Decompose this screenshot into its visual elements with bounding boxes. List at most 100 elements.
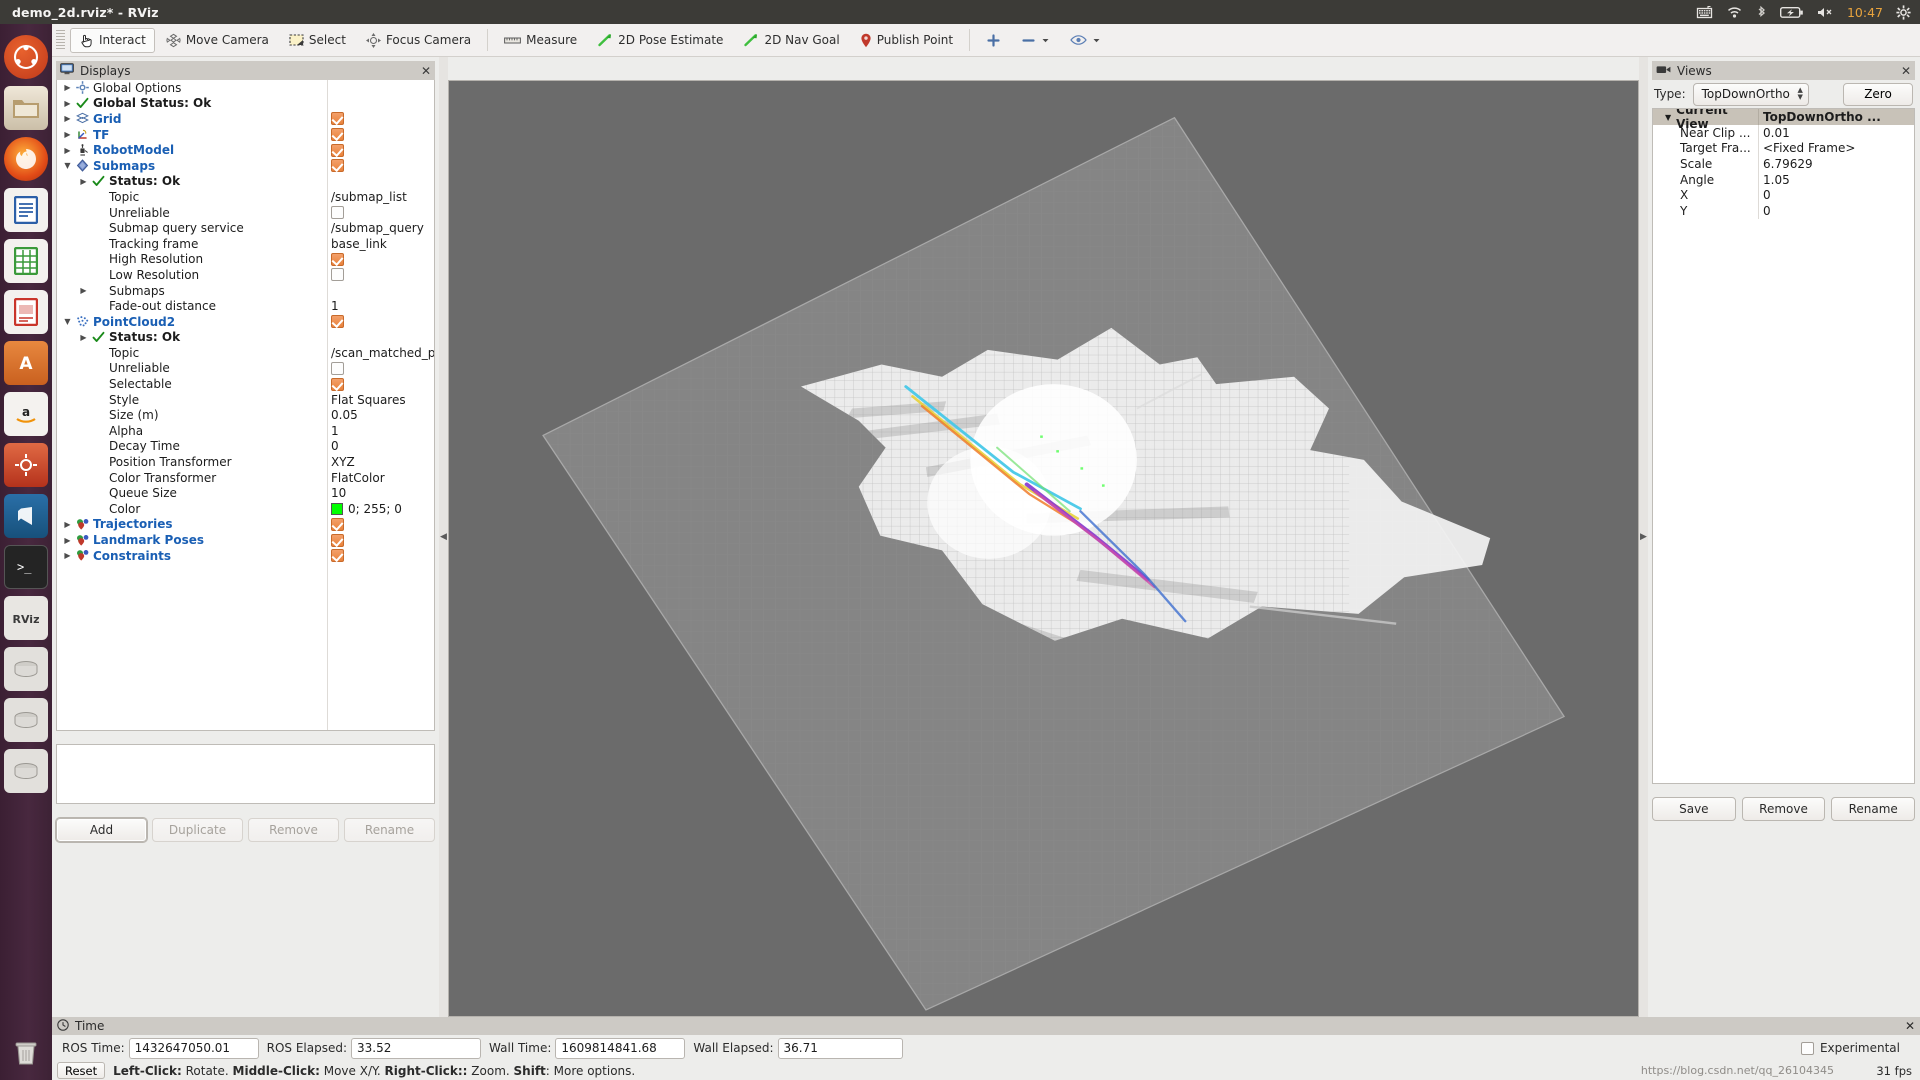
- display-row-color[interactable]: Color 0; 255; 0: [57, 501, 434, 517]
- wall-time-input[interactable]: 1609814841.68: [555, 1037, 686, 1059]
- launcher-item-system-settings[interactable]: [4, 443, 48, 487]
- displays-close-icon[interactable]: ✕: [421, 64, 431, 78]
- reset-button[interactable]: Reset: [57, 1062, 106, 1079]
- launcher-item-rviz[interactable]: RViz: [4, 596, 48, 640]
- display-row-value-cell[interactable]: [327, 268, 434, 282]
- tool-remove-dropdown[interactable]: [1012, 28, 1059, 53]
- display-row-submaps[interactable]: ▼ Submaps: [57, 158, 434, 174]
- experimental-checkbox[interactable]: [1800, 1041, 1814, 1055]
- checkbox-checked[interactable]: [331, 549, 344, 563]
- expand-arrow-right-icon[interactable]: ▶: [61, 551, 74, 560]
- display-row-value-cell[interactable]: 1: [327, 424, 434, 438]
- display-row-robotmodel[interactable]: ▶ RobotModel: [57, 142, 434, 158]
- checkbox-checked[interactable]: [331, 315, 344, 329]
- display-row-decay-time[interactable]: Decay Time 0: [57, 439, 434, 455]
- display-row-tf[interactable]: ▶ TF: [57, 127, 434, 143]
- display-row-value-cell[interactable]: 10: [327, 486, 434, 500]
- view-property-value[interactable]: 1.05: [1758, 171, 1914, 188]
- display-row-value-cell[interactable]: /submap_list: [327, 190, 434, 204]
- display-row-value-cell[interactable]: [327, 206, 434, 220]
- launcher-item-disk-1[interactable]: [4, 647, 48, 691]
- display-row-tracking-frame[interactable]: Tracking frame base_link: [57, 236, 434, 252]
- display-row-value-cell[interactable]: /submap_query: [327, 221, 434, 235]
- expand-arrow-right-icon[interactable]: ▶: [61, 83, 74, 92]
- display-row-fade-out-distance[interactable]: Fade-out distance 1: [57, 298, 434, 314]
- display-row-constraints[interactable]: ▶ Constraints: [57, 548, 434, 564]
- tool-interact[interactable]: Interact: [70, 27, 155, 53]
- checkbox-checked[interactable]: [331, 112, 344, 126]
- display-row-topic[interactable]: Topic/scan_matched_points2: [57, 345, 434, 361]
- display-row-submaps[interactable]: ▶ Submaps: [57, 283, 434, 299]
- display-row-value-cell[interactable]: [327, 159, 434, 173]
- session-gear-icon[interactable]: [1896, 4, 1911, 20]
- battery-icon[interactable]: [1779, 6, 1804, 19]
- left-splitter-handle[interactable]: ◀: [439, 57, 448, 1017]
- launcher-item-amazon[interactable]: a: [4, 392, 48, 436]
- display-row-position-transformer[interactable]: Position Transformer XYZ: [57, 454, 434, 470]
- zero-button[interactable]: Zero: [1843, 82, 1913, 106]
- tool-2d-pose-estimate[interactable]: 2D Pose Estimate: [588, 28, 732, 53]
- display-row-global-options[interactable]: ▶ Global Options: [57, 80, 434, 96]
- checkbox-checked[interactable]: [331, 128, 344, 142]
- display-row-value-cell[interactable]: [327, 533, 434, 547]
- views-property-tree[interactable]: ▼ Current View TopDownOrtho ... Near Cli…: [1652, 108, 1915, 784]
- checkbox-unchecked[interactable]: [331, 361, 344, 375]
- display-row-value-cell[interactable]: [327, 252, 434, 266]
- ros-time-input[interactable]: 1432647050.01: [128, 1037, 259, 1059]
- expand-arrow-right-icon[interactable]: ▶: [61, 99, 74, 108]
- ros-elapsed-input[interactable]: 33.52: [351, 1037, 482, 1059]
- display-row-style[interactable]: Style Flat Squares: [57, 392, 434, 408]
- display-row-low-resolution[interactable]: Low Resolution: [57, 267, 434, 283]
- launcher-item-firefox[interactable]: [4, 137, 48, 181]
- expand-arrow-right-icon[interactable]: ▶: [77, 333, 90, 342]
- expand-arrow-right-icon[interactable]: ▶: [61, 114, 74, 123]
- wifi-icon[interactable]: [1726, 5, 1743, 19]
- view-property-value[interactable]: 6.79629: [1758, 156, 1914, 172]
- checkbox-checked[interactable]: [331, 533, 344, 547]
- expand-arrow-right-icon[interactable]: ▶: [77, 286, 90, 295]
- display-row-value-cell[interactable]: Flat Squares: [327, 393, 434, 407]
- display-row-value-cell[interactable]: [327, 112, 434, 126]
- toolbar-grip[interactable]: [56, 30, 65, 50]
- view-property-row[interactable]: Scale 6.79629: [1653, 156, 1914, 172]
- display-row-landmark-poses[interactable]: ▶ Landmark Poses: [57, 532, 434, 548]
- expand-arrow-down-icon[interactable]: ▼: [1665, 113, 1671, 122]
- checkbox-unchecked[interactable]: [331, 268, 344, 282]
- tool-select[interactable]: Select: [280, 28, 355, 53]
- expand-arrow-down-icon[interactable]: ▼: [61, 161, 74, 170]
- display-row-value-cell[interactable]: [327, 377, 434, 391]
- display-row-trajectories[interactable]: ▶ Trajectories: [57, 517, 434, 533]
- launcher-item-ubuntu-software[interactable]: A: [4, 341, 48, 385]
- launcher-item-vscode[interactable]: [4, 494, 48, 538]
- view-property-value[interactable]: 0: [1758, 202, 1914, 219]
- display-row-submap-query-service[interactable]: Submap query service/submap_query: [57, 220, 434, 236]
- display-row-unreliable[interactable]: Unreliable: [57, 205, 434, 221]
- launcher-item-disk-3[interactable]: [4, 749, 48, 793]
- launcher-item-disk-2[interactable]: [4, 698, 48, 742]
- display-row-value-cell[interactable]: FlatColor: [327, 471, 434, 485]
- view-property-row[interactable]: Near Clip ... 0.01: [1653, 125, 1914, 141]
- add-display-button[interactable]: Add: [56, 818, 147, 842]
- display-row-unreliable[interactable]: Unreliable: [57, 361, 434, 377]
- display-row-alpha[interactable]: Alpha 1: [57, 423, 434, 439]
- view-type-combo[interactable]: TopDownOrtho ▲ ▼: [1692, 82, 1809, 106]
- displays-tree[interactable]: ▶ Global Options ▶ Global Status: Ok ▶ Grid ▶ T…: [56, 80, 435, 731]
- display-row-status-ok[interactable]: ▶ Status: Ok: [57, 330, 434, 346]
- view-property-value[interactable]: <Fixed Frame>: [1758, 140, 1914, 157]
- expand-arrow-right-icon[interactable]: ▶: [61, 146, 74, 155]
- display-row-value-cell[interactable]: [327, 128, 434, 142]
- experimental-toggle[interactable]: Experimental: [1800, 1041, 1914, 1055]
- display-row-grid[interactable]: ▶ Grid: [57, 111, 434, 127]
- view-property-row[interactable]: Y0: [1653, 202, 1914, 219]
- display-row-topic[interactable]: Topic/submap_list: [57, 189, 434, 205]
- display-row-value-cell[interactable]: [327, 517, 434, 531]
- tool-add-plus[interactable]: [977, 28, 1010, 53]
- display-row-value-cell[interactable]: [327, 315, 434, 329]
- expand-arrow-right-icon[interactable]: ▶: [77, 177, 90, 186]
- checkbox-unchecked[interactable]: [331, 206, 344, 220]
- display-row-pointcloud2[interactable]: ▼ PointCloud2: [57, 314, 434, 330]
- launcher-item-trash[interactable]: [4, 1031, 48, 1075]
- clock[interactable]: 10:47: [1847, 5, 1883, 20]
- render-viewport[interactable]: [448, 80, 1639, 1017]
- view-property-row[interactable]: Target Fra... <Fixed Frame>: [1653, 140, 1914, 157]
